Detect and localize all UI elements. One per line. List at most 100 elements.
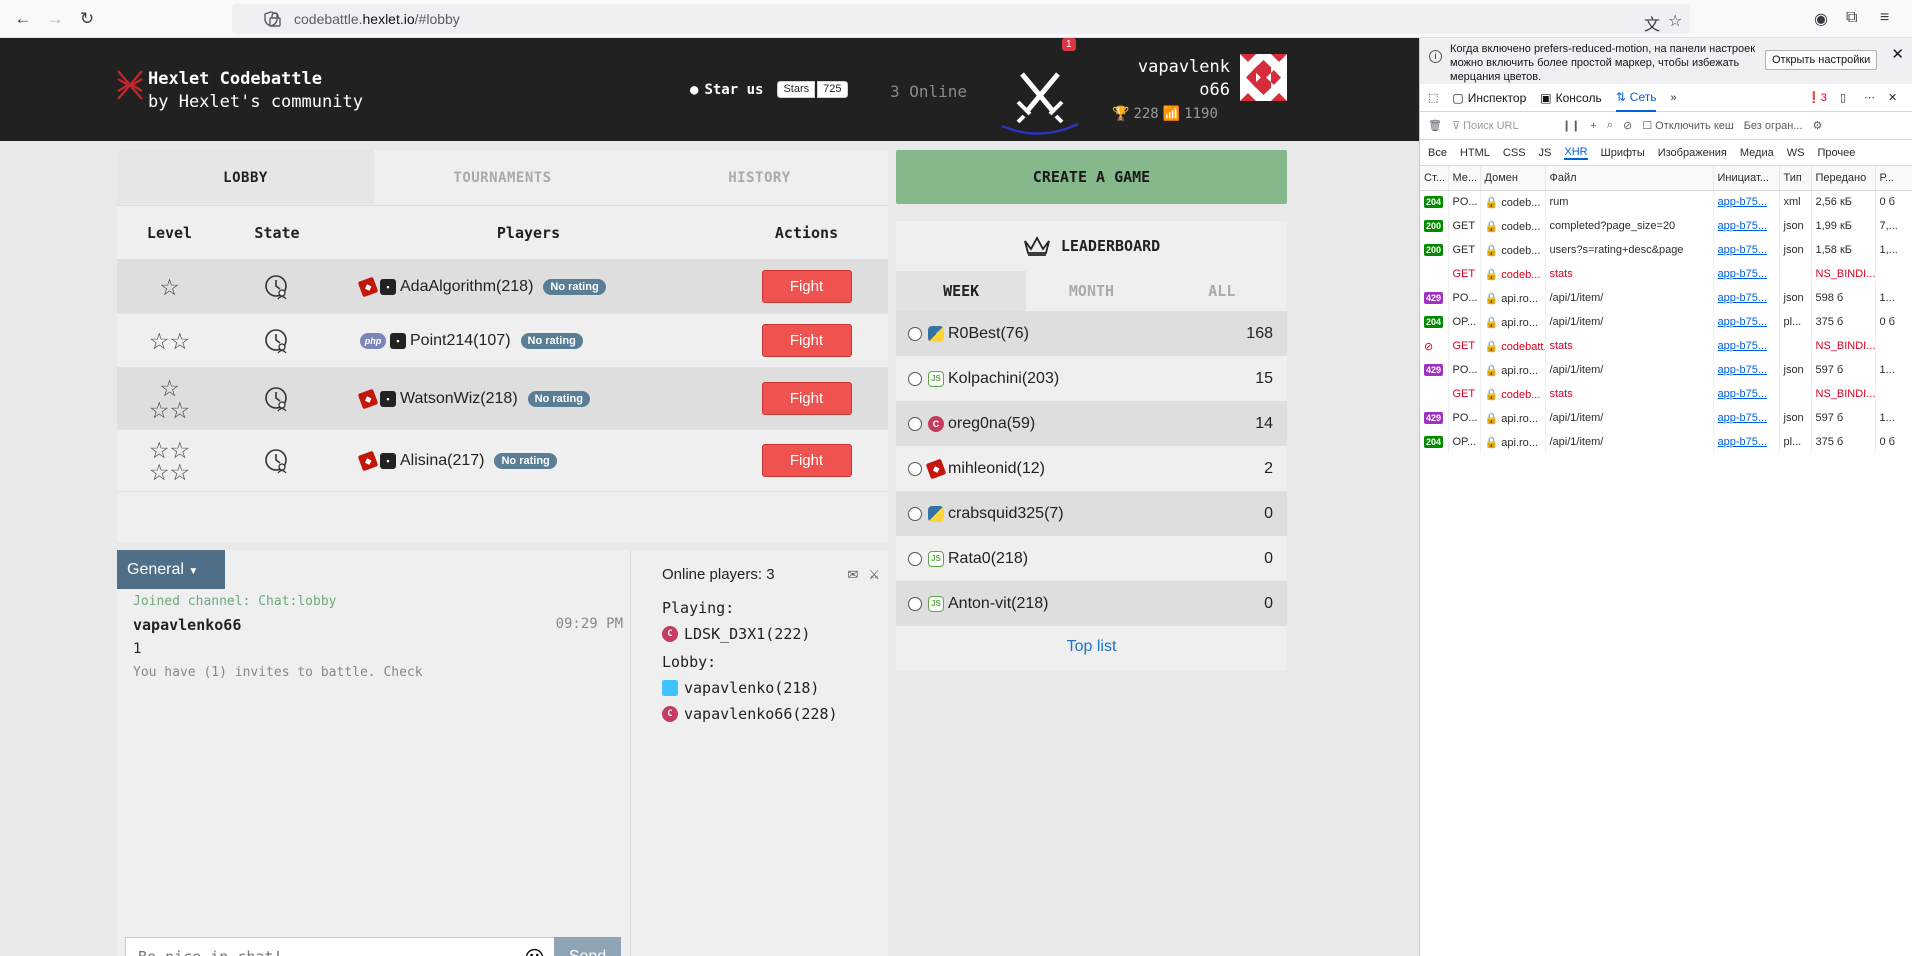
player-name[interactable]: Point214(107) (410, 332, 511, 350)
request-row[interactable]: 429 PO... 🔒 api.ro.../api/1/item/app-b75..… (1420, 406, 1912, 430)
initiator-link[interactable]: app-b75... (1718, 364, 1768, 376)
tab-tournaments[interactable]: TOURNAMENTS (374, 150, 631, 205)
translate-icon[interactable]: 文 (1644, 11, 1660, 35)
initiator-link[interactable]: app-b75... (1718, 316, 1768, 328)
request-row[interactable]: 200 GET 🔒 codeb... completed?page_size=20 ap… (1420, 214, 1912, 238)
invites-button[interactable] (1000, 58, 1080, 138)
tab-all[interactable]: ALL (1157, 271, 1287, 311)
more-options-icon[interactable]: ⋯ (1864, 91, 1875, 104)
request-row[interactable]: ⊘ GET🔒 codebatt...stats app-b75... NS_BINDI… (1420, 334, 1912, 358)
settings-gear-icon[interactable]: ⚙ (1813, 119, 1823, 132)
player-name[interactable]: AdaAlgorithm(218) (400, 278, 533, 296)
initiator-link[interactable]: app-b75... (1718, 220, 1768, 232)
filter-4[interactable]: XHR (1564, 146, 1588, 160)
leaderboard-player-name[interactable]: Anton-vit(218) (948, 595, 1264, 613)
leaderboard-player-name[interactable]: crabsquid325(7) (948, 505, 1264, 523)
initiator-link[interactable]: app-b75... (1718, 196, 1768, 208)
filter-9[interactable]: Прочее (1817, 147, 1855, 159)
username[interactable]: vapavlenk o66 (1118, 56, 1230, 102)
tab-console[interactable]: ▣ Консоль (1540, 91, 1601, 105)
codebattle-logo-icon[interactable] (115, 68, 145, 102)
initiator-link[interactable]: app-b75... (1718, 340, 1768, 352)
player-name[interactable]: WatsonWiz(218) (400, 390, 518, 408)
error-count[interactable]: ❗3 (1807, 91, 1827, 104)
plus-icon[interactable]: + (1590, 120, 1596, 132)
request-row[interactable]: 204 OP... 🔒 api.ro.../api/1/item/app-b75..… (1420, 310, 1912, 334)
leaderboard-player-name[interactable]: Rata0(218) (948, 550, 1264, 568)
pause-icon[interactable]: ❙❙ (1562, 119, 1580, 132)
star-us-link[interactable]: ● Star us Stars 725 (690, 81, 848, 98)
filter-0[interactable]: Все (1428, 147, 1447, 159)
column-header[interactable]: Инициат... (1713, 166, 1780, 191)
filter-url-input[interactable]: ⊽ Поиск URL (1452, 119, 1552, 132)
column-header[interactable]: Файл (1545, 166, 1714, 191)
search-icon[interactable]: ⌕ (1607, 119, 1613, 132)
leaderboard-player-name[interactable]: R0Best(76) (948, 325, 1246, 343)
swords-icon[interactable]: ⚔ (868, 567, 880, 583)
request-row[interactable]: 429 PO... 🔒 api.ro.../api/1/item/app-b75..… (1420, 358, 1912, 382)
leaderboard-row[interactable]: JS Rata0(218) 0 (896, 536, 1287, 581)
lock-icon[interactable] (268, 11, 282, 27)
filter-5[interactable]: Шрифты (1601, 147, 1645, 159)
fight-button[interactable]: Fight (761, 382, 852, 415)
back-icon[interactable]: ← (10, 6, 36, 32)
tab-inspector[interactable]: ▢ Инспектор (1452, 91, 1526, 105)
online-player[interactable]: Cvapavlenko66(228) (662, 705, 888, 723)
element-picker-icon[interactable]: ⬚ (1428, 91, 1438, 104)
leaderboard-row[interactable]: JS Kolpachini(203) 15 (896, 356, 1287, 401)
leaderboard-player-name[interactable]: mihleonid(12) (948, 460, 1264, 478)
dock-icon[interactable]: ▯ (1840, 91, 1846, 104)
channel-dropdown[interactable]: General ▼ (117, 550, 225, 589)
filter-2[interactable]: CSS (1503, 147, 1526, 159)
filter-6[interactable]: Изображения (1658, 147, 1727, 159)
request-row[interactable]: 204 PO... 🔒 codeb... rum app-b75... xml 2,56 к… (1420, 190, 1912, 214)
message-author[interactable]: vapavlenko66 (133, 616, 241, 634)
leaderboard-row[interactable]: Coreg0na(59) 14 (896, 401, 1287, 446)
menu-icon[interactable]: ≡ (1880, 9, 1889, 27)
request-row[interactable]: 200 GET 🔒 codeb... users?s=rating+desc&page… (1420, 238, 1912, 262)
github-stars-badge[interactable]: Stars 725 (777, 81, 848, 98)
more-tabs-icon[interactable]: » (1670, 92, 1676, 104)
throttle-select[interactable]: Без огран... (1744, 120, 1803, 132)
reload-icon[interactable]: ↻ (74, 6, 100, 32)
initiator-link[interactable]: app-b75... (1718, 292, 1768, 304)
column-header[interactable]: Передано (1811, 166, 1876, 191)
disable-cache-checkbox[interactable]: ☐ Отключить кеш (1642, 119, 1733, 132)
leaderboard-row[interactable]: R0Best(76) 168 (896, 311, 1287, 356)
initiator-link[interactable]: app-b75... (1718, 412, 1768, 424)
emoji-icon[interactable]: 😀 (524, 946, 545, 956)
tab-week[interactable]: WEEK (896, 271, 1027, 311)
column-header[interactable]: Р... (1875, 166, 1912, 191)
leaderboard-player-name[interactable]: Kolpachini(203) (948, 370, 1255, 388)
column-header[interactable]: Ст... (1420, 166, 1449, 191)
trash-icon[interactable]: 🗑 (1428, 119, 1442, 132)
url-bar[interactable]: codebattle.hexlet.io/#lobby 文 ☆ (232, 4, 1690, 34)
request-row[interactable]: GET 🔒 codeb... stats app-b75... NS_BINDI... (1420, 262, 1912, 286)
account-icon[interactable]: ◉ (1814, 9, 1828, 29)
leaderboard-player-name[interactable]: oreg0na(59) (948, 415, 1255, 433)
leaderboard-row[interactable]: crabsquid325(7) 0 (896, 491, 1287, 536)
column-header[interactable]: Домен (1480, 166, 1546, 191)
forward-icon[interactable]: → (42, 6, 68, 32)
column-header[interactable]: Тип (1779, 166, 1812, 191)
filter-3[interactable]: JS (1539, 147, 1552, 159)
send-button[interactable]: Send (554, 937, 621, 956)
brand-title[interactable]: Hexlet Codebattle by Hexlet's community (148, 68, 363, 114)
player-name[interactable]: Alisina(217) (400, 452, 484, 470)
block-icon[interactable]: ⊘ (1623, 119, 1632, 132)
filter-7[interactable]: Медиа (1740, 147, 1774, 159)
open-settings-button[interactable]: Открыть настройки (1765, 50, 1878, 70)
avatar[interactable] (1240, 54, 1287, 101)
tab-network[interactable]: ⇅ Сеть (1615, 84, 1657, 112)
fight-button[interactable]: Fight (761, 270, 852, 303)
extensions-icon[interactable]: ⧉ (1846, 9, 1857, 27)
close-icon[interactable]: ✕ (1891, 47, 1904, 62)
initiator-link[interactable]: app-b75... (1718, 244, 1768, 256)
create-game-button[interactable]: CREATE A GAME (896, 150, 1287, 204)
tab-month[interactable]: MONTH (1026, 271, 1156, 311)
close-devtools-icon[interactable]: ✕ (1888, 91, 1897, 104)
fight-button[interactable]: Fight (761, 324, 852, 357)
tab-history[interactable]: HISTORY (631, 150, 888, 205)
request-row[interactable]: 429 PO... 🔒 api.ro.../api/1/item/app-b75..… (1420, 286, 1912, 310)
top-list-link[interactable]: Top list (896, 638, 1287, 656)
